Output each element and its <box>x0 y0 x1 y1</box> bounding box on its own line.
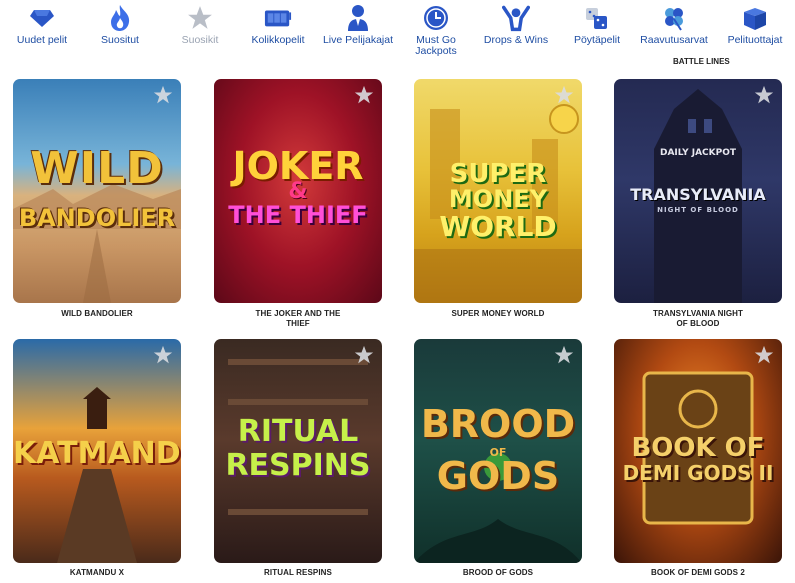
game-logo-line: RESPINS <box>225 448 371 483</box>
box-icon <box>741 4 769 32</box>
favorite-star-icon[interactable] <box>754 85 774 105</box>
nav-slots[interactable]: Kolikkopelit <box>246 4 310 46</box>
star-icon <box>186 4 214 32</box>
nav-label: Kolikkopelit <box>251 34 305 46</box>
game-logo-line: & <box>288 179 308 204</box>
game-logo-line: GODS <box>436 454 560 498</box>
game-title[interactable]: WILD BANDOLIER <box>13 309 181 319</box>
nav-label: Suositut <box>101 34 139 46</box>
nav-label: Raavutusarvat <box>640 34 708 46</box>
nav-label: Must Go Jackpots <box>415 34 457 57</box>
game-logo-line: BROOD <box>420 402 576 446</box>
game-title[interactable]: BROOD OF GODS <box>414 568 582 578</box>
game-thumbnail: JOKER & THE THIEF <box>214 79 382 303</box>
nav-new-games[interactable]: Uudet pelit <box>10 4 74 46</box>
clover-icon <box>660 4 688 32</box>
nav-label: Drops & Wins <box>483 34 549 46</box>
person-cheer-icon <box>502 4 530 32</box>
nav-label: Uudet pelit <box>16 34 68 46</box>
nav-popular[interactable]: Suositut <box>88 4 152 46</box>
game-title[interactable]: BOOK OF DEMI GODS 2 <box>614 568 782 578</box>
nav-scratch-cards[interactable]: Raavutusarvat <box>636 4 712 46</box>
nav-favorites[interactable]: Suosikit <box>168 4 232 46</box>
game-logo-line: MONEY <box>448 185 548 213</box>
game-thumbnail: RITUAL RESPINS <box>214 339 382 563</box>
nav-must-go-jackpots[interactable]: Must Go Jackpots <box>406 4 466 57</box>
nav-label: Live Pelijakajat <box>322 34 394 46</box>
dealer-icon <box>344 4 372 32</box>
slot-machine-icon <box>264 4 292 32</box>
game-card-transylvania[interactable]: DAILY JACKPOT TRANSYLVANIA NIGHT OF BLOO… <box>614 79 782 303</box>
game-title[interactable]: SUPER MONEY WORLD <box>414 309 582 319</box>
game-thumbnail: DAILY JACKPOT TRANSYLVANIA NIGHT OF BLOO… <box>614 79 782 303</box>
game-title[interactable]: TRANSYLVANIA NIGHT OF BLOOD <box>614 309 782 329</box>
favorite-star-icon[interactable] <box>554 85 574 105</box>
nav-live-dealers[interactable]: Live Pelijakajat <box>322 4 394 46</box>
favorite-star-icon[interactable] <box>153 345 173 365</box>
category-nav: Uudet pelit Suositut Suosikit Kolikkopel… <box>0 0 795 70</box>
nav-drops-wins[interactable]: Drops & Wins <box>480 4 552 46</box>
game-card-brood-of-gods[interactable]: BROOD OF GODS <box>414 339 582 563</box>
game-logo-line: KATMANDU <box>13 436 181 471</box>
game-thumbnail: BOOK OF DEMI GODS II <box>614 339 782 563</box>
game-logo-line: NIGHT OF BLOOD <box>657 206 739 214</box>
game-logo-line: SUPER <box>449 159 547 189</box>
game-title[interactable]: THE JOKER AND THE THIEF <box>214 309 382 329</box>
game-card-book-of-demi-gods-2[interactable]: BOOK OF DEMI GODS II <box>614 339 782 563</box>
nav-label: Pöytäpelit <box>573 34 621 46</box>
flame-icon <box>106 4 134 32</box>
favorite-star-icon[interactable] <box>153 85 173 105</box>
favorite-star-icon[interactable] <box>554 345 574 365</box>
game-title[interactable]: RITUAL RESPINS <box>214 568 382 578</box>
game-card-joker-thief[interactable]: JOKER & THE THIEF <box>214 79 382 303</box>
dice-icon <box>583 4 611 32</box>
game-logo-line: THE THIEF <box>228 201 368 229</box>
game-logo-line: TRANSYLVANIA <box>630 185 766 204</box>
favorite-star-icon[interactable] <box>354 345 374 365</box>
clock-icon <box>422 4 450 32</box>
favorite-star-icon[interactable] <box>354 85 374 105</box>
nav-providers[interactable]: Pelituottajat <box>722 4 788 46</box>
nav-label: Suosikit <box>181 34 219 46</box>
game-thumbnail: BROOD OF GODS <box>414 339 582 563</box>
game-logo-line: RITUAL <box>237 414 359 449</box>
game-card-katmandu-x[interactable]: KATMANDU <box>13 339 181 563</box>
nav-table-games[interactable]: Pöytäpelit <box>566 4 628 46</box>
game-thumbnail: WILD BANDOLIER <box>13 79 181 303</box>
game-card-wild-bandolier[interactable]: WILD BANDOLIER <box>13 79 181 303</box>
gem-icon <box>28 4 56 32</box>
game-logo-line: BOOK OF <box>631 433 765 463</box>
game-title[interactable]: KATMANDU X <box>13 568 181 578</box>
game-thumbnail: KATMANDU <box>13 339 181 563</box>
game-logo-line: BANDOLIER <box>18 204 176 232</box>
game-thumbnail: SUPER MONEY WORLD <box>414 79 582 303</box>
favorite-star-icon[interactable] <box>754 345 774 365</box>
game-logo-line: WORLD <box>439 210 557 243</box>
game-card-super-money-world[interactable]: SUPER MONEY WORLD <box>414 79 582 303</box>
game-logo-line: DAILY JACKPOT <box>659 148 737 158</box>
game-logo-line: WILD <box>30 143 164 194</box>
game-card-ritual-respins[interactable]: RITUAL RESPINS <box>214 339 382 563</box>
battle-lines-label[interactable]: BATTLE LINES <box>673 57 730 66</box>
nav-label: Pelituottajat <box>727 34 783 46</box>
game-logo-line: DEMI GODS II <box>622 461 774 485</box>
